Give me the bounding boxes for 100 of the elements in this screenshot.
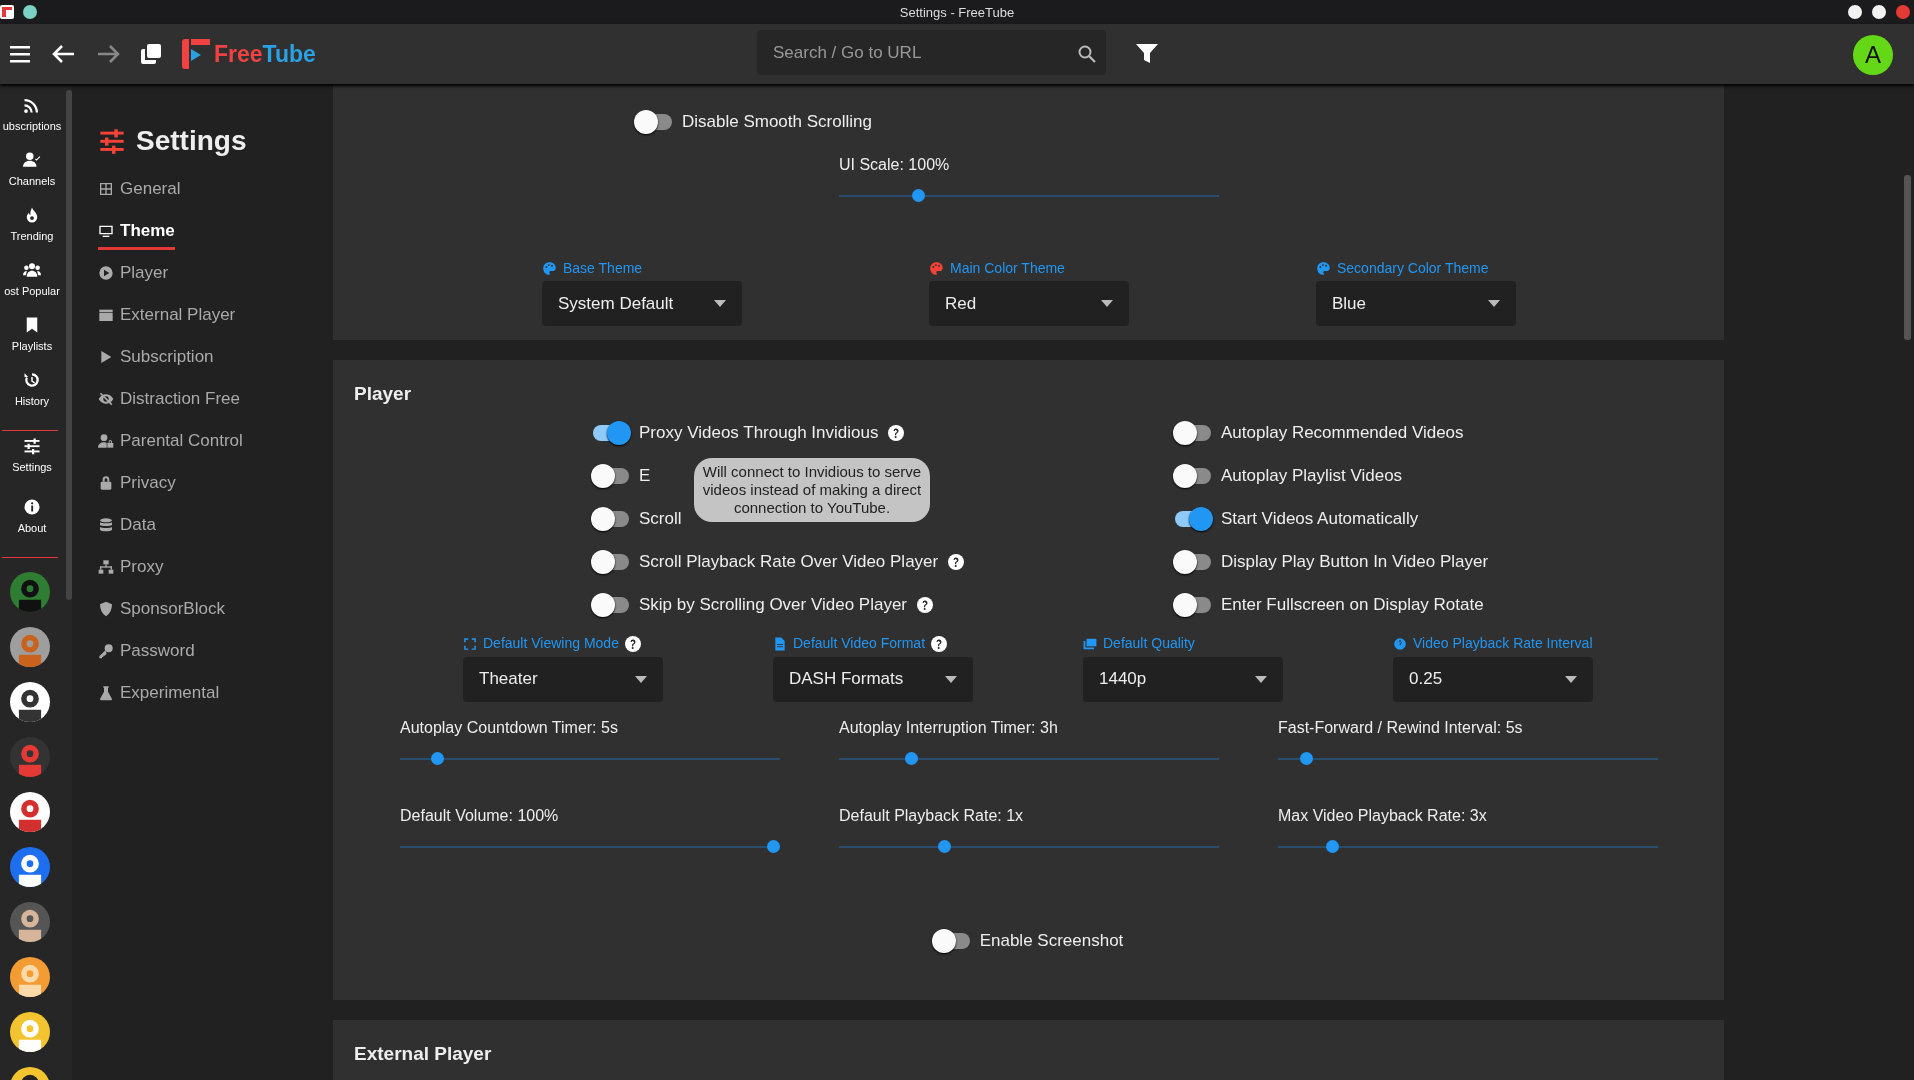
nav-item[interactable]: Trending [0,206,64,261]
settings-nav-item[interactable]: Proxy [98,554,164,580]
forward-arrow-icon[interactable] [96,44,120,64]
toggle-label: Scroll Playback Rate Over Video Player [639,551,939,574]
search-field[interactable]: Search / Go to URL [757,30,1106,75]
slider-thumb[interactable] [905,751,919,765]
dropdown-label: Default Quality [1103,634,1195,653]
toggle-label: Scroll [639,508,682,531]
filter-icon[interactable] [1136,44,1158,64]
dropdown[interactable]: 0.25 [1393,656,1593,702]
tooltip: Will connect to Invidious to serve videos instead of making a direct connection to YouTube. [694,457,930,522]
menu-icon[interactable] [10,45,32,63]
lock-icon [98,475,114,491]
user-check-icon [23,151,41,169]
caret-icon [1101,300,1113,307]
nav-item[interactable]: Settings [0,437,64,492]
grid-icon [98,181,114,197]
toggle-label: Start Videos Automatically [1221,508,1419,531]
slider-thumb[interactable] [912,189,926,202]
caret-icon [1565,675,1577,683]
slider-thumb[interactable] [1300,751,1313,765]
user-lock-icon [98,433,114,449]
nav-item[interactable]: About [0,498,64,553]
toggle-label: Skip by Scrolling Over Video Player [639,594,908,617]
gauge-icon [1393,636,1407,651]
dropdown-label: Main Color Theme [950,258,1065,278]
database-icon [98,517,114,533]
images-icon [1083,636,1097,651]
search-icon[interactable] [1078,45,1096,63]
settings-nav-item[interactable]: Distraction Free [98,386,240,412]
nav-item[interactable]: Playlists [0,316,64,371]
caret-icon [1255,675,1267,683]
slider-thumb[interactable] [938,839,952,853]
settings-nav-item[interactable]: Password [98,638,195,664]
slider-thumb[interactable] [431,751,445,765]
toggle-label: Enter Fullscreen on Display Rotate [1221,594,1484,617]
nav-item[interactable]: ost Popular [0,261,64,316]
info-icon [23,498,41,516]
dropdown[interactable]: Theater [463,656,663,702]
clapperboard-icon [98,307,114,323]
key-icon [98,643,114,659]
settings-nav-item[interactable]: Parental Control [98,428,243,454]
caret-icon [714,300,726,307]
expand-icon [463,636,477,651]
settings-nav-item[interactable]: Experimental [98,680,220,706]
history-icon [23,371,41,389]
section-title: External Player [354,1042,492,1066]
minimize-button[interactable] [1848,5,1862,19]
caret-icon [945,675,957,683]
slider-label: Fast-Forward / Rewind Interval: 5s [1278,717,1523,738]
caret-icon [635,675,647,683]
settings-nav-item[interactable]: SponsorBlock [98,596,225,622]
page-title: Settings [136,124,247,158]
settings-nav-item[interactable]: Player [98,260,169,286]
logo-icon [182,39,210,69]
settings-nav-item[interactable]: Subscription [98,344,214,370]
settings-icon [98,127,126,155]
scrollbar[interactable] [66,90,72,600]
scrollbar[interactable] [1904,175,1911,340]
network-icon [98,559,114,575]
slider-label: Max Video Playback Rate: 3x [1278,805,1487,826]
help-icon[interactable] [931,635,948,652]
settings-nav-item[interactable]: External Player [98,302,236,328]
window-title: Settings - FreeTube [899,5,1015,20]
help-icon[interactable] [888,425,905,441]
close-button[interactable] [1896,5,1910,19]
dropdown-label: Base Theme [563,258,643,278]
slider-thumb[interactable] [1325,839,1339,853]
monitor-icon [98,223,114,239]
help-icon[interactable] [948,554,965,570]
dropdown[interactable]: DASH Formats [773,656,973,702]
help-icon[interactable] [917,597,934,613]
avatar[interactable]: A [1853,35,1893,75]
dropdown[interactable]: Red [929,281,1129,326]
maximize-button[interactable] [1872,5,1886,19]
toggle-label: Disable Smooth Scrolling [682,110,872,133]
dropdown-label: Video Playback Rate Interval [1413,634,1593,653]
dropdown-label: Default Viewing Mode [483,634,619,653]
dropdown-label: Secondary Color Theme [1337,258,1489,278]
toggle-label: Autoplay Recommended Videos [1221,422,1464,445]
back-arrow-icon[interactable] [52,44,76,64]
shield-icon [98,601,114,617]
toggle-label: Proxy Videos Through Invidious [639,422,879,445]
nav-item[interactable]: ubscriptions [0,96,64,151]
settings-nav-item[interactable]: General [98,176,181,202]
dropdown[interactable]: System Default [542,281,742,326]
flask-icon [98,685,114,701]
file-icon [773,636,787,651]
help-icon[interactable] [624,635,641,652]
dropdown[interactable]: 1440p [1083,656,1283,702]
settings-nav-item[interactable]: Data [98,512,156,538]
nav-item[interactable]: History [0,371,64,426]
nav-item[interactable]: Channels [0,151,64,206]
slider-thumb[interactable] [767,839,780,853]
settings-nav-item[interactable]: Privacy [98,470,176,496]
settings-nav-item[interactable]: Theme [98,218,175,250]
dropdown[interactable]: Blue [1316,281,1516,326]
logo-text[interactable]: FreeTube [214,36,316,72]
new-window-icon[interactable] [140,43,162,65]
dropdown-label: Default Video Format [793,634,926,653]
